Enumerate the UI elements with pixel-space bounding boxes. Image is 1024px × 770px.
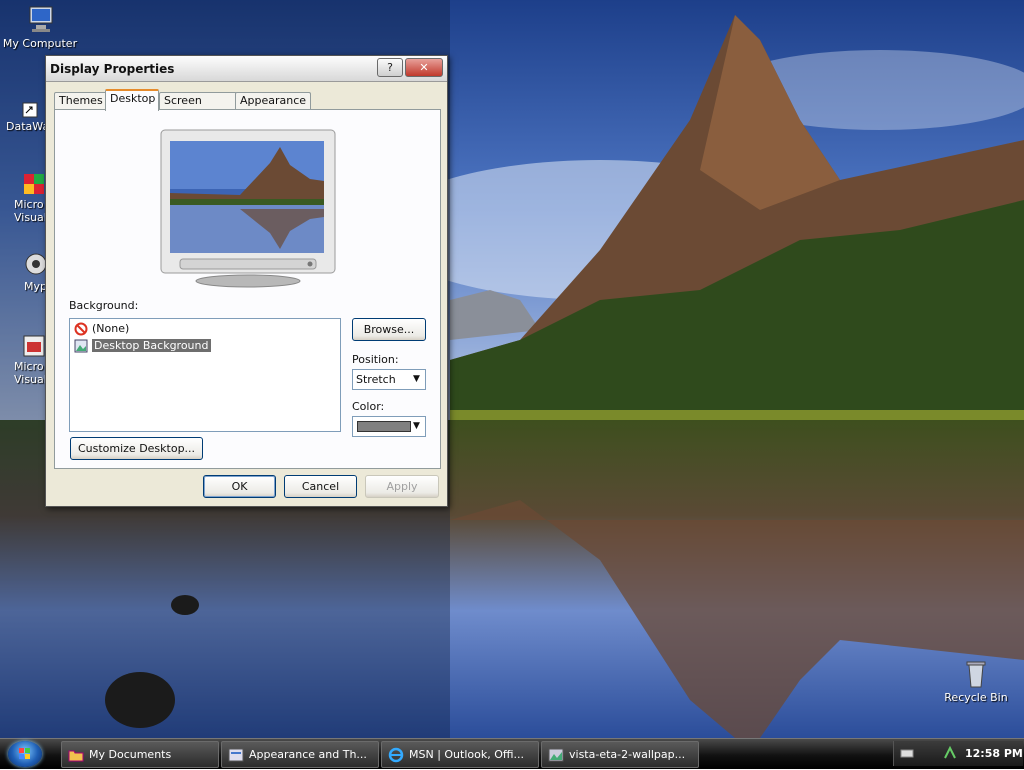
color-swatch [357, 421, 411, 432]
taskbar: My Documents Appearance and Th... MSN | … [0, 738, 1024, 769]
taskbar-item-appearance[interactable]: Appearance and Th... [221, 741, 379, 768]
background-label: Background: [69, 299, 139, 312]
desktop-icon-micro-visual[interactable]: Micro Visual [14, 172, 48, 224]
tab-themes[interactable]: Themes [54, 92, 108, 109]
program-shortcut-icon [22, 172, 46, 196]
image-icon [548, 747, 564, 763]
list-item-selected[interactable]: Desktop Background [74, 338, 211, 354]
start-button[interactable] [8, 741, 42, 767]
clock[interactable]: 12:58 PM [965, 741, 1023, 766]
apply-button[interactable]: Apply [365, 475, 439, 498]
dialog-title: Display Properties [50, 62, 175, 76]
windows-logo-icon [19, 748, 30, 759]
tab-appearance[interactable]: Appearance [235, 92, 311, 109]
desktop-icon-micro-visual-2[interactable]: Micro Visual [14, 334, 48, 386]
ok-button[interactable]: OK [203, 475, 276, 498]
position-value: Stretch [356, 373, 396, 386]
system-tray: 12:58 PM [893, 741, 1023, 766]
close-button[interactable]: ✕ [405, 58, 443, 77]
monitor-preview [160, 129, 336, 288]
dialog-titlebar[interactable]: Display Properties ? ✕ [46, 56, 447, 82]
taskbar-item-my-documents[interactable]: My Documents [61, 741, 219, 768]
tab-desktop[interactable]: Desktop [105, 89, 159, 111]
position-label: Position: [352, 353, 399, 366]
cancel-button[interactable]: Cancel [284, 475, 357, 498]
keyboard-icon[interactable] [900, 746, 914, 763]
network-icon[interactable] [942, 745, 958, 764]
color-picker[interactable]: ▼ [352, 416, 426, 437]
computer-icon [24, 3, 56, 35]
display-properties-dialog: Display Properties ? ✕ Themes Desktop Sc… [45, 55, 448, 507]
recycle-bin-icon [960, 657, 992, 689]
color-label: Color: [352, 400, 385, 413]
taskbar-item-wallpaper[interactable]: vista-eta-2-wallpap... [541, 741, 699, 768]
desktop-icon-label: Recycle Bin [944, 691, 1008, 704]
program-shortcut-icon [22, 334, 46, 358]
desktop-icon-label: Micro Visual [14, 360, 47, 386]
desktop-icon-label: DataWa [6, 120, 50, 133]
image-file-icon [74, 339, 88, 353]
background-list[interactable]: (None) Desktop Background [69, 318, 341, 432]
control-panel-icon [228, 747, 244, 763]
browse-button[interactable]: Browse... [352, 318, 426, 341]
desktop-icon-label: Myp [24, 280, 47, 293]
tab-screen-saver[interactable]: Screen Saver [159, 92, 237, 123]
help-button[interactable]: ? [377, 58, 403, 77]
desktop-icon-label: My Computer [2, 37, 78, 50]
none-icon [74, 322, 88, 336]
position-select[interactable]: Stretch ▼ [352, 369, 426, 390]
desktop-icon-recycle-bin[interactable]: Recycle Bin [936, 657, 1016, 704]
desktop-tab-panel: Background: (None) Desktop Background Br… [54, 109, 441, 469]
desktop-icon-datawa[interactable]: DataWa [6, 102, 50, 133]
taskbar-item-msn[interactable]: MSN | Outlook, Offi... [381, 741, 539, 768]
chevron-down-icon: ▼ [413, 374, 420, 384]
folder-icon [68, 747, 84, 763]
customize-desktop-button[interactable]: Customize Desktop... [70, 437, 203, 460]
desktop-icon-label: Micro Visual [14, 198, 47, 224]
internet-explorer-icon [388, 747, 404, 763]
list-item[interactable]: (None) [74, 321, 129, 337]
shortcut-icon [22, 102, 38, 118]
desktop-icon-my-computer[interactable]: My Computer [0, 3, 80, 50]
chevron-down-icon: ▼ [413, 421, 420, 431]
